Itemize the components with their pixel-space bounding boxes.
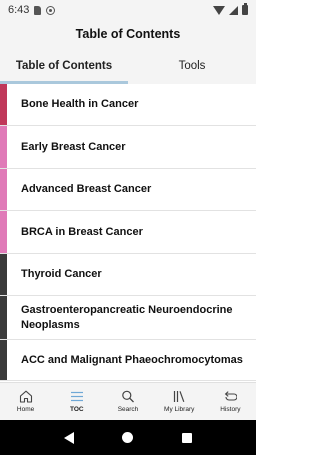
recents-icon[interactable]	[181, 432, 192, 443]
nav-search[interactable]: Search	[102, 383, 153, 420]
nav-history[interactable]: History	[205, 383, 256, 420]
nav-label: History	[220, 406, 241, 413]
tab-table-of-contents[interactable]: Table of Contents	[0, 48, 128, 84]
toc-item-color-bar	[0, 296, 7, 339]
toc-item-color-bar	[0, 126, 7, 168]
battery-icon	[242, 3, 248, 15]
toc-item-label: Early Breast Cancer	[21, 140, 126, 153]
toc-item-label: ACC and Malignant Phaeochromocytomas	[21, 353, 243, 366]
toc-item-color-bar	[0, 84, 7, 125]
toc-item-gep-nens[interactable]: Gastroenteropancreatic Neuroendocrine Ne…	[0, 296, 256, 340]
nav-toc[interactable]: TOC	[51, 383, 102, 420]
nav-label: Search	[117, 406, 139, 413]
toc-item-early-breast-cancer[interactable]: Early Breast Cancer	[0, 126, 256, 169]
history-icon	[223, 390, 238, 403]
toc-list: Bone Health in Cancer Early Breast Cance…	[0, 84, 256, 382]
toc-item-color-bar	[0, 169, 7, 210]
status-time: 6:43	[8, 4, 30, 16]
status-bar: 6:43	[0, 0, 256, 20]
tab-tools[interactable]: Tools	[128, 48, 256, 84]
library-icon	[172, 390, 186, 403]
nav-label: Home	[16, 406, 35, 413]
search-icon	[121, 390, 135, 403]
bottom-nav: Home TOC Search My Library History	[0, 382, 256, 420]
toc-item-acc[interactable]: ACC and Malignant Phaeochromocytomas	[0, 340, 256, 381]
nav-my-library[interactable]: My Library	[154, 383, 205, 420]
toc-item-brca[interactable]: BRCA in Breast Cancer	[0, 211, 256, 254]
toc-item-label: Advanced Breast Cancer	[21, 183, 152, 196]
nav-label: My Library	[164, 406, 195, 413]
nav-label: TOC	[70, 406, 84, 413]
status-left: 6:43	[8, 4, 56, 16]
toc-item-label: Thyroid Cancer	[21, 268, 102, 281]
toc-item-color-bar	[0, 254, 7, 295]
home-icon	[19, 390, 33, 403]
system-nav-bar	[0, 420, 256, 455]
nav-home[interactable]: Home	[0, 383, 51, 420]
signal-icon	[229, 5, 238, 15]
toc-item-color-bar	[0, 340, 7, 380]
list-icon	[70, 390, 84, 403]
toc-item-label: Gastroenteropancreatic Neuroendocrine Ne…	[21, 303, 233, 331]
back-icon[interactable]	[64, 431, 75, 444]
toc-item-label: BRCA in Breast Cancer	[21, 225, 143, 238]
home-circle-icon[interactable]	[122, 432, 134, 443]
page-title: Table of Contents	[75, 27, 181, 41]
tab-label: Tools	[178, 60, 206, 72]
toc-item-thyroid-cancer[interactable]: Thyroid Cancer	[0, 254, 256, 296]
tab-bar: Table of Contents Tools	[0, 48, 256, 84]
sync-icon	[46, 5, 56, 15]
tab-label: Table of Contents	[15, 60, 113, 72]
toc-item-label: Bone Health in Cancer	[21, 98, 139, 111]
toc-item-bone-health[interactable]: Bone Health in Cancer	[0, 84, 256, 126]
sd-card-icon	[34, 5, 42, 15]
app-header: Table of Contents	[0, 20, 256, 48]
status-right	[213, 3, 248, 15]
wifi-icon	[213, 5, 225, 15]
toc-item-advanced-breast-cancer[interactable]: Advanced Breast Cancer	[0, 169, 256, 211]
toc-item-color-bar	[0, 211, 7, 253]
